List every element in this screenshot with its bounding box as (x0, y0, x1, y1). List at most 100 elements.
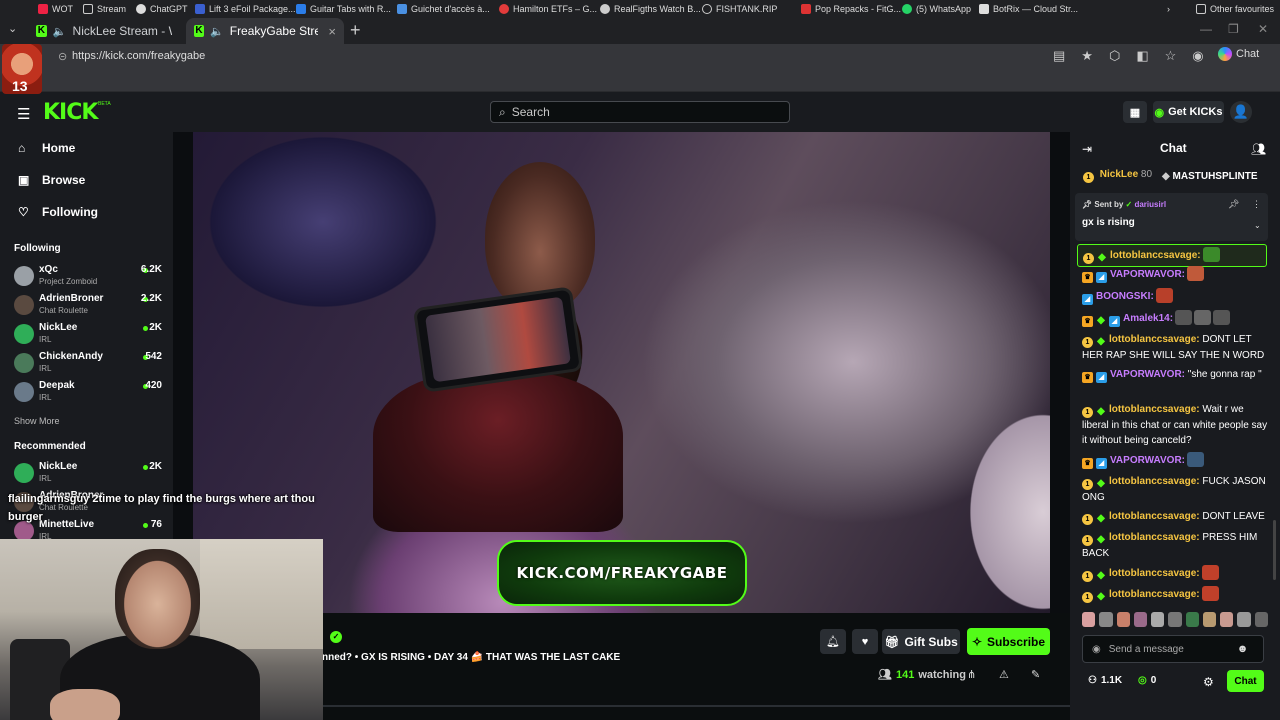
pinned-message[interactable]: 📌︎ Sent by ✓ dariusirl gx is rising 📌︎ ⋮… (1075, 193, 1268, 241)
search-input[interactable] (511, 105, 772, 119)
tab-freakygabe[interactable]: K 🔈 FreakyGabe Stream - Watch Li × (186, 18, 344, 44)
new-tab-button[interactable]: + (350, 20, 361, 41)
following-channel[interactable]: NickLee IRL 2K (14, 322, 164, 348)
collapse-chat-icon[interactable]: ⇥ (1082, 142, 1092, 156)
chat-scrollbar[interactable] (1273, 520, 1276, 580)
quick-emote-icon[interactable] (1133, 612, 1148, 627)
menu-icon[interactable]: ☰ (17, 105, 30, 123)
quick-emote-icon[interactable] (1151, 612, 1165, 627)
quick-emote-icon[interactable] (1168, 612, 1182, 627)
quick-emote-icon[interactable] (1099, 612, 1113, 627)
emoji-picker-icon[interactable]: ☻ (1237, 643, 1249, 655)
kick-logo[interactable]: KICK (43, 100, 98, 125)
maximize-icon[interactable]: ❐ (1228, 22, 1239, 36)
following-channel[interactable]: AdrienBroner Chat Roulette 2.2K (14, 293, 164, 319)
following-channel[interactable]: ChickenAndy IRL 542 (14, 351, 164, 377)
following-channel[interactable]: xQc Project Zomboid 6.2K (14, 264, 164, 290)
chat-message[interactable]: 1 ◆ lottoblanccsavage: FUCK JASON ONG (1082, 474, 1268, 505)
bookmark-item[interactable]: ChatGPT (136, 4, 188, 14)
chat-input-box[interactable]: ◉ ☻ (1082, 635, 1264, 663)
chat-message[interactable]: 1 ◆ lottoblanccsavage: (1077, 244, 1267, 267)
chat-username[interactable]: BOONGSKI: (1096, 291, 1154, 302)
chat-username[interactable]: lottoblanccsavage: (1109, 476, 1200, 487)
chat-settings-icon[interactable]: ⚙ (1203, 675, 1214, 689)
chat-message-input[interactable] (1108, 643, 1229, 655)
chat-send-button[interactable]: Chat (1227, 670, 1264, 692)
nav-browse[interactable]: ▣ Browse (18, 173, 85, 187)
other-favourites[interactable]: Other favourites (1196, 4, 1274, 14)
report-icon[interactable]: ⚠ (999, 668, 1009, 681)
layout-button[interactable]: ▦ (1123, 101, 1147, 123)
chat-message[interactable]: 1 ◆ lottoblanccsavage: PRESS HIM BACK (1082, 530, 1268, 561)
get-kicks-button[interactable]: ◉ Get KICKs (1153, 101, 1224, 123)
more-options-icon[interactable]: ⋮ (1252, 199, 1261, 210)
chat-message[interactable]: 1 ◆ lottoblanccsavage: Wait r we liberal i… (1082, 402, 1268, 448)
bookmark-item[interactable]: Hamilton ETFs – G... (499, 4, 597, 14)
chat-username[interactable]: lottoblanccsavage: (1109, 568, 1200, 579)
chat-message[interactable]: 1 ◆ lottoblanccsavage: (1082, 565, 1268, 582)
share-icon[interactable]: ⋔ (967, 668, 976, 681)
bookmark-item[interactable]: BotRix — Cloud Str... (979, 4, 1078, 14)
site-info-icon[interactable]: ⊝ (58, 50, 67, 63)
chat-message[interactable]: ◢ BOONGSKI: (1082, 288, 1268, 305)
extensions-icon[interactable]: ⬡ (1109, 48, 1120, 64)
bookmark-item[interactable]: WOT (38, 4, 73, 14)
following-channel[interactable]: Deepak IRL 420 (14, 380, 164, 406)
quick-emote-icon[interactable] (1202, 612, 1217, 627)
chat-message[interactable]: 1 ◆ lottoblanccsavage: (1082, 586, 1268, 603)
minimize-icon[interactable]: — (1200, 22, 1212, 36)
quick-emote-icon[interactable] (1116, 612, 1130, 627)
subscribe-button[interactable]: ✧ Subscribe (967, 628, 1050, 655)
chat-message[interactable]: 1 ◆ lottoblanccsavage: DONT LET HER RAP SH… (1082, 332, 1268, 363)
chat-message[interactable]: ♛ ◆ ◢ Amalek14: (1082, 310, 1268, 327)
reader-icon[interactable]: ▤ (1053, 48, 1065, 64)
search-bar[interactable]: ⌕ (490, 101, 790, 123)
chat-users-icon[interactable]: 👥︎ (1251, 142, 1266, 156)
chat-username[interactable]: lottoblanccsavage: (1110, 250, 1201, 261)
favorite-star-icon[interactable]: ★ (1081, 48, 1093, 64)
show-more-link[interactable]: Show More (14, 416, 60, 426)
clip-icon[interactable]: ✎ (1031, 668, 1040, 681)
recommended-channel[interactable]: NickLee IRL 2K (14, 461, 164, 487)
chat-username[interactable]: lottoblanccsavage: (1109, 334, 1200, 345)
copilot-chat-button[interactable]: Chat (1218, 47, 1259, 61)
bookmark-item[interactable]: Stream (83, 4, 126, 14)
split-screen-icon[interactable]: ◧ (1136, 48, 1148, 64)
chat-message[interactable]: ♛ ◢ VAPORWAVOR: "she gonna rap " (1082, 367, 1268, 383)
chat-message[interactable]: ♛ ◢ VAPORWAVOR: (1082, 266, 1268, 283)
tab-list-icon[interactable]: ⌄ (8, 22, 17, 35)
chat-username[interactable]: lottoblanccsavage: (1109, 532, 1200, 543)
bookmark-item[interactable]: Lift 3 eFoil Package... (195, 4, 296, 14)
chat-username[interactable]: VAPORWAVOR: (1110, 269, 1185, 280)
bookmarks-overflow-icon[interactable]: › (1167, 4, 1170, 14)
close-tab-icon[interactable]: × (328, 24, 336, 39)
nav-home[interactable]: ⌂ Home (18, 141, 75, 155)
gifter-item[interactable]: ◆ MASTUHSPLINTE (1162, 171, 1257, 182)
quick-emote-icon[interactable] (1254, 612, 1268, 627)
chat-username[interactable]: VAPORWAVOR: (1110, 369, 1185, 380)
profile-icon[interactable]: ◉ (1192, 48, 1203, 64)
pin-icon[interactable]: 📌︎ (1228, 199, 1239, 210)
bookmark-item[interactable]: Guichet d'accès à... (397, 4, 490, 14)
url-text[interactable]: https://kick.com/freakygabe (72, 50, 205, 62)
bookmark-item[interactable]: (5) WhatsApp (902, 4, 971, 14)
quick-emote-icon[interactable] (1237, 612, 1251, 627)
user-avatar[interactable]: 👤 (1230, 101, 1252, 123)
quick-emote-icon[interactable] (1082, 612, 1096, 627)
quick-emote-icon[interactable] (1185, 612, 1199, 627)
chat-username[interactable]: lottoblanccsavage: (1109, 589, 1200, 600)
chat-username[interactable]: VAPORWAVOR: (1110, 455, 1185, 466)
notifications-button[interactable]: 🔔︎ (820, 629, 846, 654)
gift-subs-button[interactable]: 🎁︎ Gift Subs (882, 629, 960, 654)
bookmark-item[interactable]: RealFigths Watch B... (600, 4, 701, 14)
tab-nicklee[interactable]: K 🔈 NickLee Stream - Watch Live o (28, 18, 180, 44)
bookmark-item[interactable]: FISHTANK.RIP (702, 4, 777, 14)
chat-username[interactable]: lottoblanccsavage: (1109, 404, 1200, 415)
quick-emote-icon[interactable] (1220, 612, 1234, 627)
chat-mode-icon[interactable]: ◉ (1092, 644, 1101, 655)
bookmark-item[interactable]: Guitar Tabs with R... (296, 4, 391, 14)
chevron-down-icon[interactable]: ⌄ (1254, 221, 1261, 230)
bookmark-item[interactable]: Pop Repacks - FitG... (801, 4, 901, 14)
chat-username[interactable]: lottoblanccsavage: (1109, 511, 1200, 522)
chat-username[interactable]: Amalek14: (1123, 313, 1173, 324)
